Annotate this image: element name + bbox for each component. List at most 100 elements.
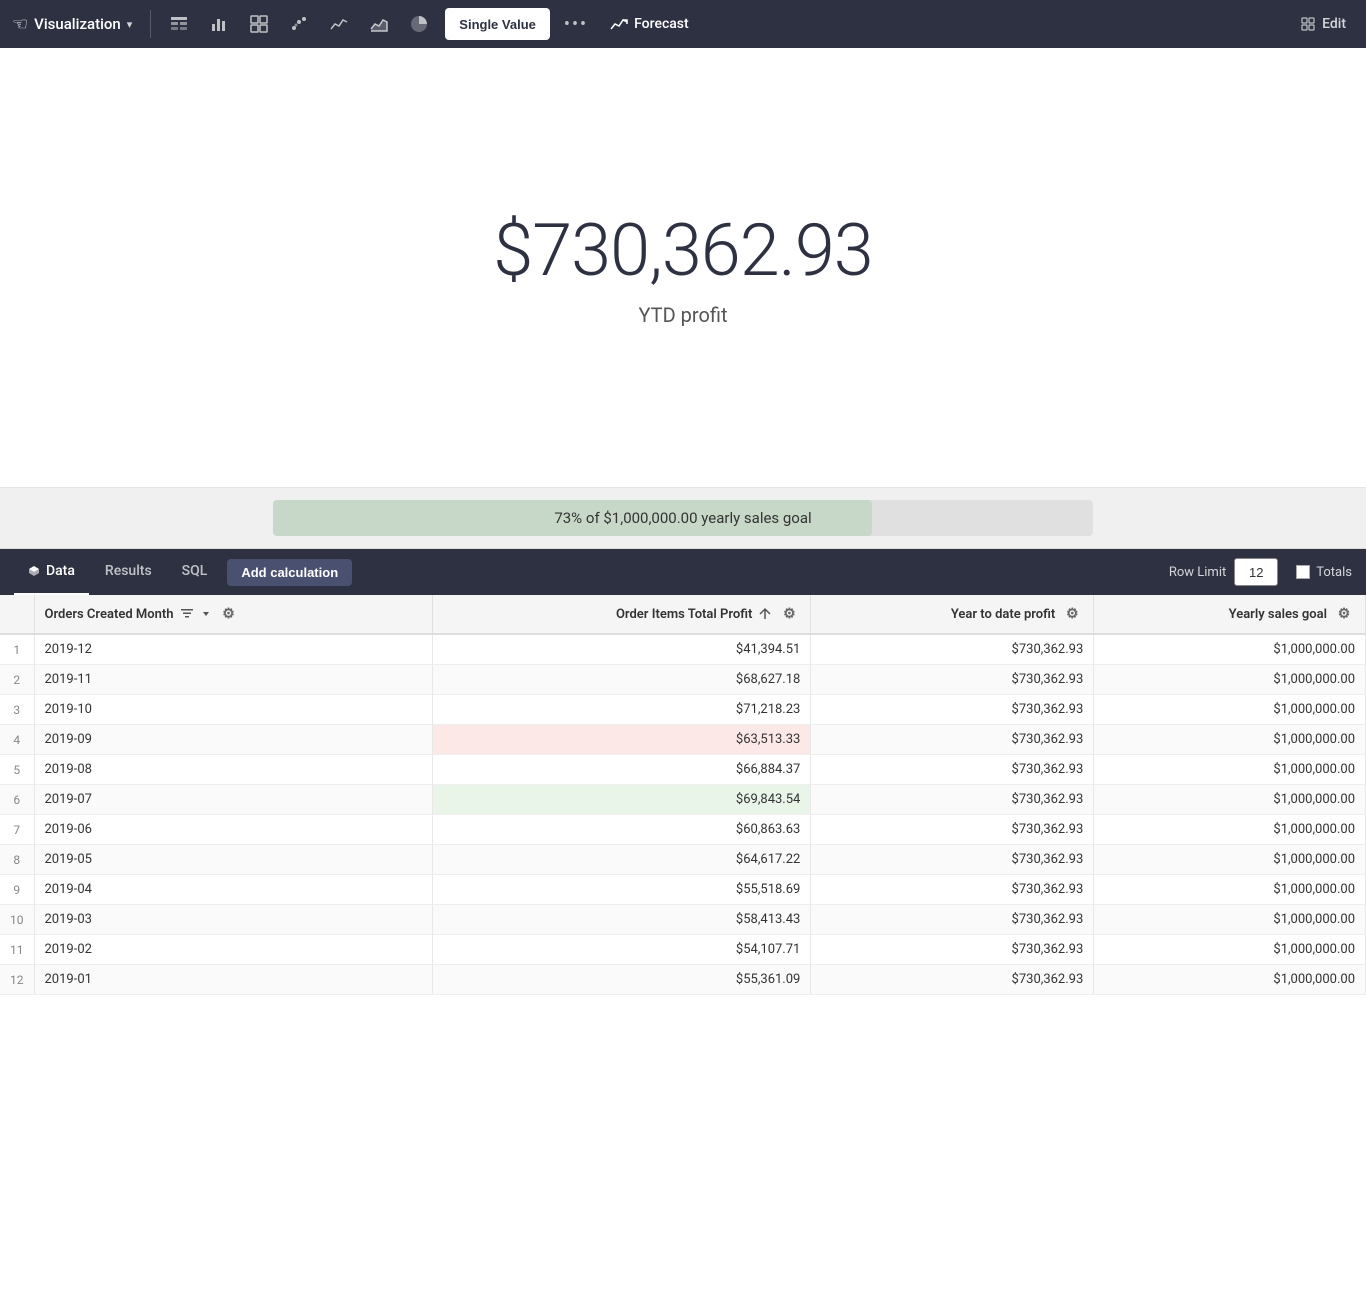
forecast-button[interactable]: Forecast xyxy=(602,15,697,33)
single-value-button[interactable]: Single Value xyxy=(445,8,550,40)
cell-profit: $66,884.37 xyxy=(432,755,811,785)
table-row: 4 2019-09 $63,513.33 $730,362.93 $1,000,… xyxy=(0,725,1366,755)
tab-data-label: Data xyxy=(46,563,75,579)
cell-month: 2019-12 xyxy=(34,634,432,665)
cell-profit: $69,843.54 xyxy=(432,785,811,815)
visualization-area: $730,362.93 YTD profit xyxy=(0,48,1366,488)
tab-sql-label: SQL xyxy=(182,563,208,579)
gear-icon-orders-month[interactable]: ⚙ xyxy=(218,603,240,625)
data-toolbar: Data Results SQL Add calculation Row Lim… xyxy=(0,549,1366,595)
cell-profit: $54,107.71 xyxy=(432,935,811,965)
pie-chart-icon xyxy=(409,14,429,34)
add-calculation-button[interactable]: Add calculation xyxy=(227,559,352,586)
row-limit-input[interactable] xyxy=(1234,558,1278,586)
hand-icon: ☜ xyxy=(12,14,28,35)
table-row: 10 2019-03 $58,413.43 $730,362.93 $1,000… xyxy=(0,905,1366,935)
scatter-icon xyxy=(289,14,309,34)
table-body: 1 2019-12 $41,394.51 $730,362.93 $1,000,… xyxy=(0,634,1366,995)
cell-ytd: $730,362.93 xyxy=(811,725,1094,755)
table-row: 3 2019-10 $71,218.23 $730,362.93 $1,000,… xyxy=(0,695,1366,725)
cell-profit: $55,361.09 xyxy=(432,965,811,995)
cell-month: 2019-04 xyxy=(34,875,432,905)
toolbar-brand[interactable]: ☜ Visualization ▾ xyxy=(12,14,132,35)
tab-sql[interactable]: SQL xyxy=(168,549,222,595)
row-number: 2 xyxy=(0,665,34,695)
cell-goal: $1,000,000.00 xyxy=(1094,935,1366,965)
data-section: Data Results SQL Add calculation Row Lim… xyxy=(0,549,1366,995)
cell-goal: $1,000,000.00 xyxy=(1094,695,1366,725)
tab-data[interactable]: Data xyxy=(14,549,89,595)
table-row: 11 2019-02 $54,107.71 $730,362.93 $1,000… xyxy=(0,935,1366,965)
data-table: Orders Created Month ⚙ Order Items Total… xyxy=(0,595,1366,995)
forecast-label: Forecast xyxy=(634,16,689,32)
row-number: 12 xyxy=(0,965,34,995)
filter-icon xyxy=(180,607,194,621)
sort-down-icon[interactable] xyxy=(200,608,212,620)
line-vis-button[interactable] xyxy=(321,7,357,41)
table-vis-button[interactable] xyxy=(161,7,197,41)
col-label-orders-month: Orders Created Month xyxy=(45,607,174,622)
cell-profit: $41,394.51 xyxy=(432,634,811,665)
tab-results[interactable]: Results xyxy=(91,549,166,595)
scatter-vis-button[interactable] xyxy=(281,7,317,41)
cell-month: 2019-09 xyxy=(34,725,432,755)
edit-icon xyxy=(1300,16,1316,32)
table-header-row: Orders Created Month ⚙ Order Items Total… xyxy=(0,595,1366,634)
totals-area: Totals xyxy=(1296,565,1352,580)
edit-button[interactable]: Edit xyxy=(1292,16,1354,32)
bar-chart-vis-button[interactable] xyxy=(201,7,237,41)
cell-ytd: $730,362.93 xyxy=(811,695,1094,725)
cell-month: 2019-03 xyxy=(34,905,432,935)
table-row: 8 2019-05 $64,617.22 $730,362.93 $1,000,… xyxy=(0,845,1366,875)
cell-ytd: $730,362.93 xyxy=(811,935,1094,965)
col-label-total-profit: Order Items Total Profit xyxy=(616,607,752,622)
col-header-total-profit: Order Items Total Profit ⚙ xyxy=(432,595,811,634)
table-icon xyxy=(169,14,189,34)
cell-profit: $71,218.23 xyxy=(432,695,811,725)
cell-ytd: $730,362.93 xyxy=(811,845,1094,875)
cell-ytd: $730,362.93 xyxy=(811,755,1094,785)
more-options-button[interactable]: ••• xyxy=(558,14,594,35)
col-label-yearly-goal: Yearly sales goal xyxy=(1229,607,1327,622)
gear-icon-yearly-goal[interactable]: ⚙ xyxy=(1333,603,1355,625)
cell-ytd: $730,362.93 xyxy=(811,665,1094,695)
table-row: 9 2019-04 $55,518.69 $730,362.93 $1,000,… xyxy=(0,875,1366,905)
cell-month: 2019-02 xyxy=(34,935,432,965)
table-row: 12 2019-01 $55,361.09 $730,362.93 $1,000… xyxy=(0,965,1366,995)
data-tab-icon xyxy=(28,565,40,577)
totals-checkbox[interactable] xyxy=(1296,565,1310,579)
cell-goal: $1,000,000.00 xyxy=(1094,875,1366,905)
cell-ytd: $730,362.93 xyxy=(811,634,1094,665)
chevron-down-icon: ▾ xyxy=(127,18,133,31)
row-number: 7 xyxy=(0,815,34,845)
pivot-vis-button[interactable] xyxy=(241,7,277,41)
gear-icon-total-profit[interactable]: ⚙ xyxy=(778,603,800,625)
cell-goal: $1,000,000.00 xyxy=(1094,815,1366,845)
toolbar-separator xyxy=(150,10,151,38)
row-number: 5 xyxy=(0,755,34,785)
row-number: 4 xyxy=(0,725,34,755)
edit-label: Edit xyxy=(1322,16,1346,32)
area-chart-icon xyxy=(369,14,389,34)
pie-vis-button[interactable] xyxy=(401,7,437,41)
table-row: 2 2019-11 $68,627.18 $730,362.93 $1,000,… xyxy=(0,665,1366,695)
col-header-ytd-profit: Year to date profit ⚙ xyxy=(811,595,1094,634)
area-vis-button[interactable] xyxy=(361,7,397,41)
single-value-label: Single Value xyxy=(459,17,536,32)
cell-month: 2019-05 xyxy=(34,845,432,875)
cell-ytd: $730,362.93 xyxy=(811,785,1094,815)
cell-goal: $1,000,000.00 xyxy=(1094,785,1366,815)
brand-label: Visualization xyxy=(34,15,121,33)
col-label-ytd-profit: Year to date profit xyxy=(951,607,1055,622)
cell-month: 2019-08 xyxy=(34,755,432,785)
tab-results-label: Results xyxy=(105,563,152,579)
data-table-wrapper: Orders Created Month ⚙ Order Items Total… xyxy=(0,595,1366,995)
cell-month: 2019-06 xyxy=(34,815,432,845)
main-label: YTD profit xyxy=(638,303,727,327)
cell-profit: $68,627.18 xyxy=(432,665,811,695)
col-header-orders-month: Orders Created Month ⚙ xyxy=(34,595,432,634)
cell-goal: $1,000,000.00 xyxy=(1094,634,1366,665)
toolbar: ☜ Visualization ▾ xyxy=(0,0,1366,48)
cell-month: 2019-01 xyxy=(34,965,432,995)
gear-icon-ytd-profit[interactable]: ⚙ xyxy=(1061,603,1083,625)
